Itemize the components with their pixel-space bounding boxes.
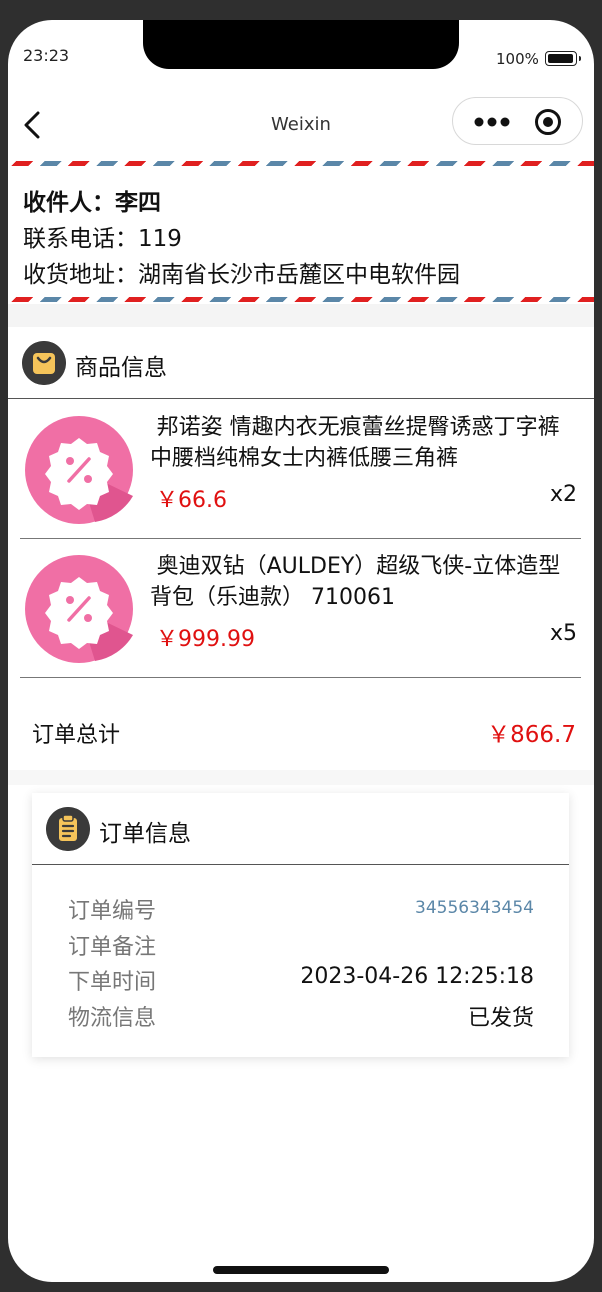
more-icon[interactable] bbox=[467, 110, 515, 134]
capsule-menu bbox=[452, 97, 583, 145]
order-info-card: 订单信息 订单编号 34556343454 订单备注 下单时间 2023-04-… bbox=[32, 793, 569, 1057]
order-row-remark: 订单备注 bbox=[68, 929, 534, 963]
status-time: 23:23 bbox=[23, 46, 70, 65]
order-info-title: 订单信息 bbox=[99, 821, 191, 847]
order-total-value: ￥866.7 bbox=[487, 722, 576, 748]
notch bbox=[143, 20, 459, 69]
goods-item-price: ￥66.6 bbox=[156, 488, 227, 513]
shopping-bag-icon bbox=[22, 341, 66, 385]
goods-item[interactable]: 奥迪双钻（AULDEY）超级飞侠-立体造型背包（乐迪款） 710061 ￥999… bbox=[20, 539, 581, 678]
order-row-number: 订单编号 34556343454 bbox=[68, 893, 534, 927]
recipient-name: 收件人：李四 bbox=[23, 190, 161, 216]
goods-header: 商品信息 bbox=[8, 327, 594, 399]
recipient-address: 收货地址：湖南省长沙市岳麓区中电软件园 bbox=[23, 262, 460, 288]
order-total-label: 订单总计 bbox=[32, 723, 121, 748]
airmail-stripe-bottom bbox=[8, 297, 594, 302]
section-gap bbox=[8, 770, 594, 785]
goods-section: 商品信息 邦诺姿 情趣内衣无痕蕾丝提臀诱惑丁字裤中腰档纯棉女士内裤低腰三角裤 ￥… bbox=[8, 327, 594, 770]
battery-icon bbox=[545, 51, 581, 66]
phone-screen: 23:23 100% Weixin 收件人：李四 联系电话：119 收货地址：湖… bbox=[8, 20, 594, 1282]
order-info-header: 订单信息 bbox=[32, 793, 569, 865]
navbar: Weixin bbox=[8, 90, 594, 160]
goods-item-price: ￥999.99 bbox=[156, 627, 255, 652]
coupon-icon bbox=[25, 416, 133, 524]
goods-title: 商品信息 bbox=[75, 355, 167, 381]
goods-item[interactable]: 邦诺姿 情趣内衣无痕蕾丝提臀诱惑丁字裤中腰档纯棉女士内裤低腰三角裤 ￥66.6 … bbox=[20, 400, 581, 539]
goods-item-qty: x5 bbox=[549, 621, 577, 646]
battery-percent: 100% bbox=[496, 50, 539, 68]
order-number-value: 34556343454 bbox=[415, 898, 534, 918]
order-remark-label: 订单备注 bbox=[68, 935, 157, 960]
order-time-label: 下单时间 bbox=[68, 970, 157, 995]
address-card[interactable]: 收件人：李四 联系电话：119 收货地址：湖南省长沙市岳麓区中电软件园 bbox=[8, 161, 594, 304]
recipient-phone: 联系电话：119 bbox=[23, 226, 182, 252]
logistics-value: 已发货 bbox=[467, 1006, 534, 1031]
order-number-label: 订单编号 bbox=[68, 899, 157, 924]
capsule-divider bbox=[519, 110, 520, 134]
airmail-stripe-top bbox=[8, 161, 594, 166]
order-row-time: 下单时间 2023-04-26 12:25:18 bbox=[68, 964, 534, 998]
section-gap bbox=[8, 304, 594, 327]
home-indicator[interactable] bbox=[213, 1266, 389, 1274]
order-time-value: 2023-04-26 12:25:18 bbox=[300, 964, 534, 989]
order-row-logistics: 物流信息 已发货 bbox=[68, 1000, 534, 1034]
close-miniprogram-icon[interactable] bbox=[533, 107, 563, 137]
coupon-icon bbox=[25, 555, 133, 663]
logistics-label: 物流信息 bbox=[68, 1006, 157, 1031]
goods-item-name: 奥迪双钻（AULDEY）超级飞侠-立体造型背包（乐迪款） 710061 bbox=[150, 554, 561, 610]
goods-item-qty: x2 bbox=[549, 482, 577, 507]
clipboard-icon bbox=[46, 807, 90, 851]
goods-item-name: 邦诺姿 情趣内衣无痕蕾丝提臀诱惑丁字裤中腰档纯棉女士内裤低腰三角裤 bbox=[150, 415, 560, 471]
